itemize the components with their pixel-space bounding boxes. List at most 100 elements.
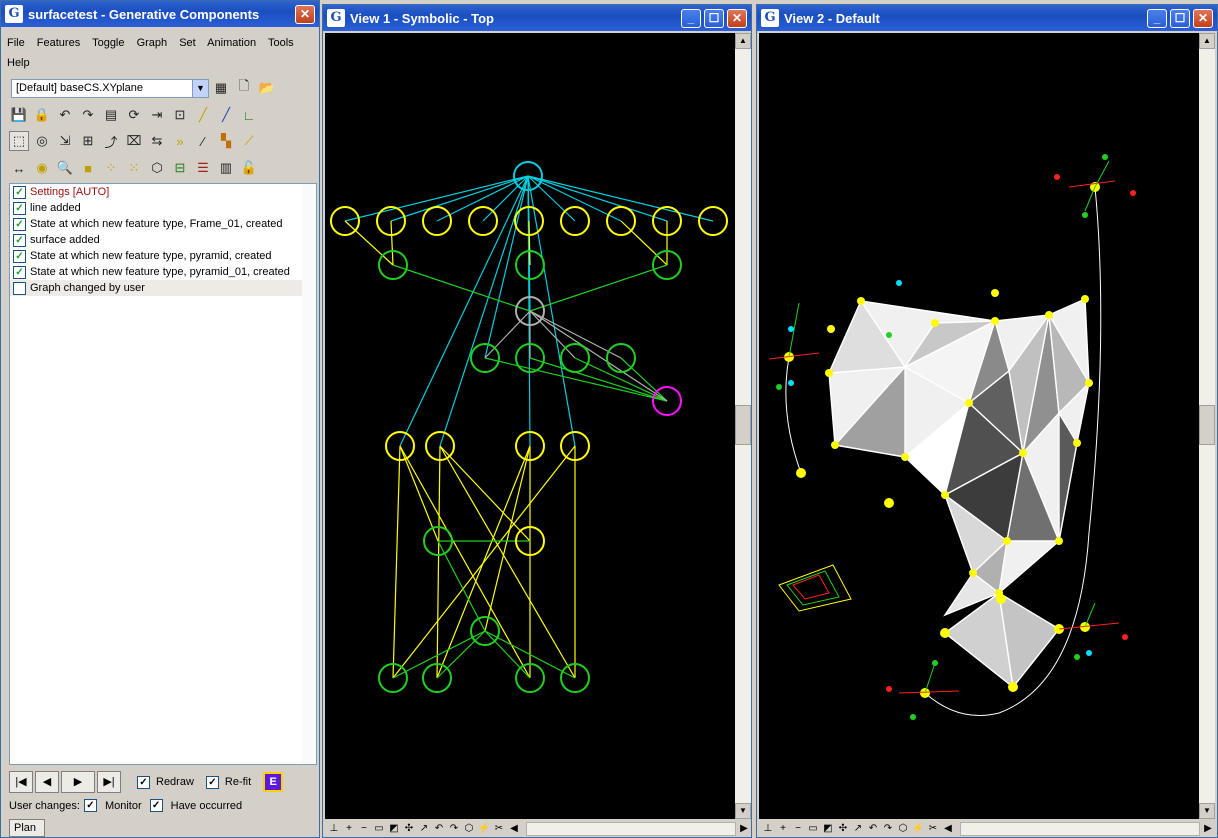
monitor-checkbox[interactable]: ✓ xyxy=(83,799,97,812)
checkbox[interactable]: ✓ xyxy=(13,217,26,231)
list-item[interactable]: Graph changed by user xyxy=(10,280,316,296)
checkbox[interactable]: ✓ xyxy=(13,233,26,247)
window-area-icon[interactable]: ▭ xyxy=(372,822,386,836)
swap-icon[interactable]: ⇆ xyxy=(147,131,167,151)
list-item[interactable]: ✓ surface added xyxy=(10,232,316,248)
close-icon[interactable]: ✕ xyxy=(295,5,315,24)
open-folder-icon[interactable]: 📂 xyxy=(257,78,277,98)
zoom-out-icon[interactable]: − xyxy=(357,822,371,836)
minimize-icon[interactable]: _ xyxy=(1147,9,1167,28)
scale-icon[interactable]: ⊞ xyxy=(78,131,98,151)
view2-titlebar[interactable]: G View 2 - Default _ ☐ ✕ xyxy=(757,5,1217,31)
list-item[interactable]: ✓ State at which new feature type, pyram… xyxy=(10,248,316,264)
connect-icon[interactable]: ⇥ xyxy=(147,105,167,125)
view-previous-icon[interactable]: ↶ xyxy=(432,822,446,836)
occurred-checkbox[interactable]: ✓ xyxy=(149,799,163,812)
menu-file[interactable]: File xyxy=(7,37,25,49)
view1-horizontal-scrollbar[interactable] xyxy=(526,822,736,836)
scroll-right-icon[interactable]: ▶ xyxy=(737,822,751,836)
scroll-right-icon[interactable]: ▶ xyxy=(1201,822,1215,836)
list-scrollbar[interactable] xyxy=(302,184,316,764)
lightning-icon[interactable]: ⚡ xyxy=(477,822,491,836)
maximize-icon[interactable]: ☐ xyxy=(704,9,724,28)
refresh-icon[interactable]: ⟳ xyxy=(124,105,144,125)
delete-icon[interactable]: ⌧ xyxy=(124,131,144,151)
points-alt-icon[interactable]: ⁙ xyxy=(124,158,144,178)
menu-features[interactable]: Features xyxy=(37,37,80,49)
save-icon[interactable]: 💾 xyxy=(9,105,29,125)
view1-vertical-scrollbar[interactable]: ▲ ▼ xyxy=(735,33,751,819)
measure-icon[interactable]: ⟋ xyxy=(239,131,259,151)
pan-icon[interactable]: ↗ xyxy=(851,822,865,836)
rotate-view-icon[interactable]: ✣ xyxy=(836,822,850,836)
tools-icon[interactable]: ✂ xyxy=(492,822,506,836)
scroll-left-icon[interactable]: ◀ xyxy=(507,822,521,836)
last-button[interactable]: ▶| xyxy=(97,771,121,793)
view2-horizontal-scrollbar[interactable] xyxy=(960,822,1200,836)
view1-titlebar[interactable]: G View 1 - Symbolic - Top _ ☐ ✕ xyxy=(323,5,751,31)
scroll-up-icon[interactable]: ▲ xyxy=(1199,33,1215,49)
e-button[interactable]: E xyxy=(263,772,284,792)
redraw-checkbox[interactable]: ✓ xyxy=(137,775,150,789)
scroll-left-icon[interactable]: ◀ xyxy=(941,822,955,836)
zoom-icon[interactable]: 🔍 xyxy=(55,158,75,178)
checkbox[interactable] xyxy=(13,281,26,295)
scroll-thumb[interactable] xyxy=(1199,405,1215,445)
zoom-in-icon[interactable]: + xyxy=(776,822,790,836)
render-icon[interactable]: ⬡ xyxy=(896,822,910,836)
cube-icon[interactable]: ⬡ xyxy=(147,158,167,178)
list-item[interactable]: ✓ State at which new feature type, Frame… xyxy=(10,216,316,232)
lightning-icon[interactable]: ⚡ xyxy=(911,822,925,836)
fit-icon[interactable]: ↔ xyxy=(9,158,29,178)
table-icon[interactable]: ▥ xyxy=(216,158,236,178)
axis-icon[interactable]: ∟ xyxy=(239,105,259,125)
list-item[interactable]: ✓ line added xyxy=(10,200,316,216)
menu-animation[interactable]: Animation xyxy=(207,37,256,49)
chevron-down-icon[interactable]: ▼ xyxy=(192,80,208,97)
line-yellow-icon[interactable]: ╱ xyxy=(193,105,213,125)
list-item[interactable]: ✓ Settings [AUTO] xyxy=(10,184,316,200)
menu-graph[interactable]: Graph xyxy=(137,37,168,49)
node-icon[interactable]: ⊡ xyxy=(170,105,190,125)
minimize-icon[interactable]: _ xyxy=(681,9,701,28)
circle-icon[interactable]: ◉ xyxy=(32,158,52,178)
graph-icon[interactable]: ⊟ xyxy=(170,158,190,178)
scroll-down-icon[interactable]: ▼ xyxy=(1199,803,1215,819)
undo-icon[interactable]: ↶ xyxy=(55,105,75,125)
close-icon[interactable]: ✕ xyxy=(1193,9,1213,28)
view-next-icon[interactable]: ↷ xyxy=(447,822,461,836)
close-icon[interactable]: ✕ xyxy=(727,9,747,28)
forward-icon[interactable]: » xyxy=(170,131,190,151)
tools-icon[interactable]: ✂ xyxy=(926,822,940,836)
checkbox[interactable]: ✓ xyxy=(13,185,26,199)
points-icon[interactable]: ⁘ xyxy=(101,158,121,178)
checkbox[interactable]: ✓ xyxy=(13,249,26,263)
scroll-thumb[interactable] xyxy=(735,405,751,445)
zoom-out-icon[interactable]: − xyxy=(791,822,805,836)
fit-view-icon[interactable]: ◩ xyxy=(387,822,401,836)
window-area-icon[interactable]: ▭ xyxy=(806,822,820,836)
view-lock-icon[interactable]: ⊥ xyxy=(761,822,775,836)
main-titlebar[interactable]: G surfacetest - Generative Components ✕ xyxy=(1,1,319,27)
scroll-down-icon[interactable]: ▼ xyxy=(735,803,751,819)
plan-tab[interactable]: Plan xyxy=(9,819,45,837)
checkbox[interactable]: ✓ xyxy=(13,265,26,279)
render-icon[interactable]: ⬡ xyxy=(462,822,476,836)
save-lock-icon[interactable]: 🔒 xyxy=(32,105,52,125)
rotate-icon[interactable]: ⤴ xyxy=(101,131,121,151)
maximize-icon[interactable]: ☐ xyxy=(1170,9,1190,28)
list-item[interactable]: ✓ State at which new feature type, pyram… xyxy=(10,264,316,280)
pattern-icon[interactable]: ▚ xyxy=(216,131,236,151)
target-icon[interactable]: ◎ xyxy=(32,131,52,151)
scroll-up-icon[interactable]: ▲ xyxy=(735,33,751,49)
checkbox[interactable]: ✓ xyxy=(13,201,26,215)
transaction-history-list[interactable]: ✓ Settings [AUTO] ✓ line added ✓ State a… xyxy=(9,183,317,765)
new-file-icon[interactable]: 🗋 xyxy=(234,78,254,98)
script-icon[interactable]: ▤ xyxy=(101,105,121,125)
move-icon[interactable]: ⇲ xyxy=(55,131,75,151)
menu-set[interactable]: Set xyxy=(179,37,196,49)
prev-button[interactable]: ◀ xyxy=(35,771,59,793)
rotate-view-icon[interactable]: ✣ xyxy=(402,822,416,836)
select-icon[interactable]: ⬚ xyxy=(9,131,29,151)
line-blue-icon[interactable]: ╱ xyxy=(216,105,236,125)
